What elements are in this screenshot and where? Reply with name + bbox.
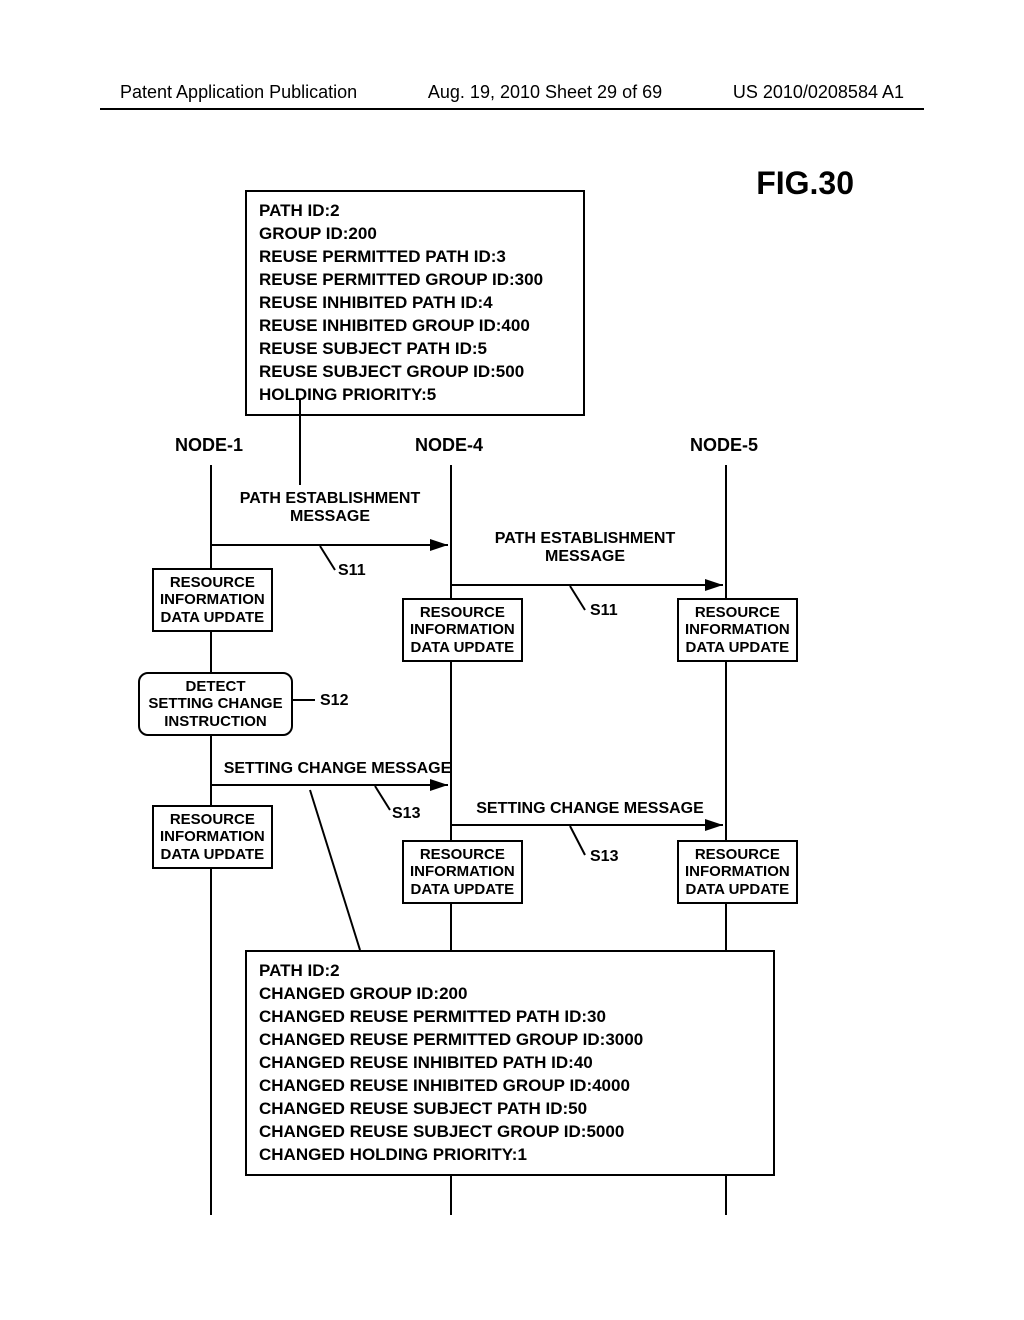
info-line: REUSE PERMITTED PATH ID:3 bbox=[259, 246, 571, 269]
header-sheet: Aug. 19, 2010 Sheet 29 of 69 bbox=[428, 82, 662, 103]
info-line: REUSE SUBJECT GROUP ID:500 bbox=[259, 361, 571, 384]
resource-update-node4-a: RESOURCE INFORMATION DATA UPDATE bbox=[402, 598, 523, 662]
info-line: REUSE INHIBITED GROUP ID:400 bbox=[259, 315, 571, 338]
path-establishment-msg-1-label: PATH ESTABLISHMENT MESSAGE bbox=[220, 490, 440, 525]
step-s11-b: S11 bbox=[590, 602, 618, 620]
page-header: Patent Application Publication Aug. 19, … bbox=[0, 82, 1024, 103]
step-s11-a: S11 bbox=[338, 562, 366, 580]
info-line: CHANGED REUSE INHIBITED PATH ID:40 bbox=[259, 1052, 761, 1075]
info-line: CHANGED REUSE PERMITTED PATH ID:30 bbox=[259, 1006, 761, 1029]
resource-update-node5-b: RESOURCE INFORMATION DATA UPDATE bbox=[677, 840, 798, 904]
info-line: GROUP ID:200 bbox=[259, 223, 571, 246]
setting-change-info-box: PATH ID:2 CHANGED GROUP ID:200 CHANGED R… bbox=[245, 950, 775, 1176]
resource-update-node5-a: RESOURCE INFORMATION DATA UPDATE bbox=[677, 598, 798, 662]
step-s12: S12 bbox=[320, 692, 348, 710]
header-publication: Patent Application Publication bbox=[120, 82, 357, 103]
resource-update-node4-b: RESOURCE INFORMATION DATA UPDATE bbox=[402, 840, 523, 904]
info-line: PATH ID:2 bbox=[259, 960, 761, 983]
info-line: CHANGED GROUP ID:200 bbox=[259, 983, 761, 1006]
resource-update-node1-a: RESOURCE INFORMATION DATA UPDATE bbox=[152, 568, 273, 632]
info-line: CHANGED REUSE SUBJECT PATH ID:50 bbox=[259, 1098, 761, 1121]
info-line: PATH ID:2 bbox=[259, 200, 571, 223]
header-rule bbox=[100, 108, 924, 110]
info-line: CHANGED REUSE SUBJECT GROUP ID:5000 bbox=[259, 1121, 761, 1144]
setting-change-msg-2-label: SETTING CHANGE MESSAGE bbox=[460, 800, 720, 818]
step-s13-a: S13 bbox=[392, 805, 420, 823]
node-5-label: NODE-5 bbox=[690, 435, 758, 456]
node-4-label: NODE-4 bbox=[415, 435, 483, 456]
info-line: CHANGED REUSE PERMITTED GROUP ID:3000 bbox=[259, 1029, 761, 1052]
sequence-diagram: PATH ID:2 GROUP ID:200 REUSE PERMITTED P… bbox=[120, 190, 900, 1230]
setting-change-msg-1-label: SETTING CHANGE MESSAGE bbox=[220, 760, 455, 778]
path-establishment-msg-2-label: PATH ESTABLISHMENT MESSAGE bbox=[460, 530, 710, 565]
info-line: REUSE INHIBITED PATH ID:4 bbox=[259, 292, 571, 315]
info-line: CHANGED REUSE INHIBITED GROUP ID:4000 bbox=[259, 1075, 761, 1098]
header-pubnum: US 2010/0208584 A1 bbox=[733, 82, 904, 103]
info-line: REUSE PERMITTED GROUP ID:300 bbox=[259, 269, 571, 292]
detect-setting-change-box: DETECT SETTING CHANGE INSTRUCTION bbox=[138, 672, 293, 736]
step-s13-b: S13 bbox=[590, 848, 618, 866]
node-1-label: NODE-1 bbox=[175, 435, 243, 456]
info-line: HOLDING PRIORITY:5 bbox=[259, 384, 571, 407]
path-establishment-info-box: PATH ID:2 GROUP ID:200 REUSE PERMITTED P… bbox=[245, 190, 585, 416]
info-line: REUSE SUBJECT PATH ID:5 bbox=[259, 338, 571, 361]
resource-update-node1-b: RESOURCE INFORMATION DATA UPDATE bbox=[152, 805, 273, 869]
info-line: CHANGED HOLDING PRIORITY:1 bbox=[259, 1144, 761, 1167]
